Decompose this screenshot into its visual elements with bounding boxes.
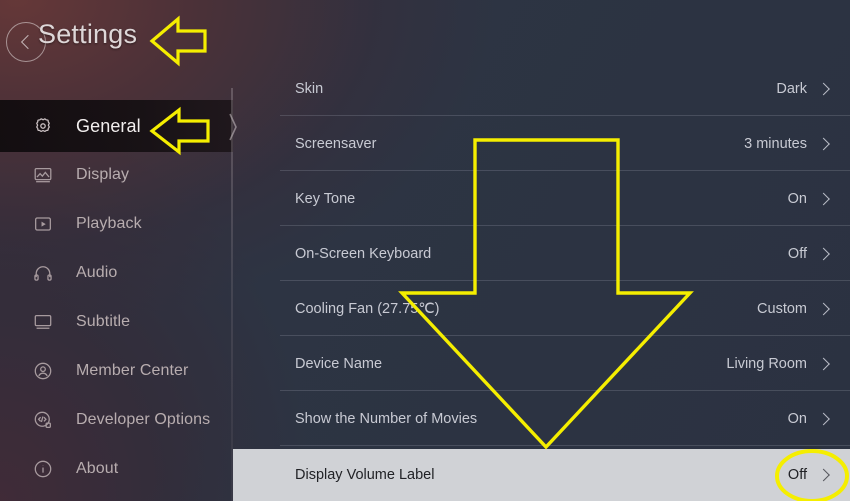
sidebar-item-label: Subtitle bbox=[76, 313, 131, 330]
row-label: Screensaver bbox=[295, 136, 377, 152]
sidebar-item-label: About bbox=[76, 460, 119, 477]
sidebar-nav: General Display Playback Audio Subtitle … bbox=[0, 88, 233, 501]
table-row-display-volume-label[interactable]: Display Volume Label Off bbox=[233, 449, 850, 501]
settings-list[interactable]: Skin Dark Screensaver 3 minutes Key Tone… bbox=[233, 0, 850, 501]
row-label: Skin bbox=[295, 81, 324, 97]
chevron-right-icon bbox=[817, 82, 830, 96]
sidebar-item-about[interactable]: About bbox=[0, 443, 233, 495]
row-value: Custom bbox=[757, 301, 807, 317]
row-label: Display Volume Label bbox=[295, 467, 435, 483]
table-row[interactable]: On-Screen Keyboard Off bbox=[233, 227, 850, 281]
row-value: Living Room bbox=[726, 356, 807, 372]
sidebar-item-audio[interactable]: Audio bbox=[0, 247, 233, 299]
sidebar-item-developer-options[interactable]: Developer Options bbox=[0, 394, 233, 446]
table-row[interactable]: Key Tone On bbox=[233, 172, 850, 226]
headphones-icon bbox=[34, 266, 52, 281]
sidebar-item-label: Audio bbox=[76, 264, 118, 281]
sidebar-item-display[interactable]: Display bbox=[0, 149, 233, 201]
chevron-right-icon bbox=[817, 412, 830, 426]
user-circle-icon bbox=[34, 362, 52, 380]
row-value: 3 minutes bbox=[744, 136, 807, 152]
sidebar-item-label: Playback bbox=[76, 215, 142, 232]
info-circle-icon bbox=[34, 460, 52, 478]
sidebar-item-label: Developer Options bbox=[76, 411, 211, 428]
row-divider bbox=[280, 280, 850, 281]
sidebar-item-playback[interactable]: Playback bbox=[0, 198, 233, 250]
monitor-icon bbox=[34, 314, 52, 329]
row-divider bbox=[280, 445, 850, 446]
table-row[interactable]: Show the Number of Movies On bbox=[233, 392, 850, 446]
chevron-right-icon bbox=[817, 137, 830, 151]
page-title: Settings bbox=[38, 19, 138, 49]
row-value: On bbox=[787, 191, 807, 207]
chevron-right-icon bbox=[817, 357, 830, 371]
row-value: On bbox=[787, 411, 807, 427]
row-label: Cooling Fan (27.75℃) bbox=[295, 301, 440, 317]
row-label: On-Screen Keyboard bbox=[295, 246, 432, 262]
chevron-right-icon bbox=[817, 302, 830, 316]
sidebar-item-label: General bbox=[76, 115, 141, 136]
settings-screen: Settings General Display Playback Audio … bbox=[0, 0, 850, 501]
chevron-right-icon bbox=[817, 468, 830, 482]
row-divider bbox=[280, 225, 850, 226]
image-icon bbox=[34, 167, 52, 183]
play-box-icon bbox=[35, 217, 51, 231]
table-row[interactable]: Screensaver 3 minutes bbox=[233, 117, 850, 171]
chevron-right-icon bbox=[817, 192, 830, 206]
row-divider bbox=[280, 115, 850, 116]
row-divider bbox=[280, 335, 850, 336]
table-row[interactable]: Cooling Fan (27.75℃) Custom bbox=[233, 282, 850, 336]
row-value: Dark bbox=[776, 81, 807, 97]
table-row[interactable]: Skin Dark bbox=[233, 62, 850, 116]
code-circle-icon bbox=[34, 411, 51, 428]
row-label: Key Tone bbox=[295, 191, 356, 207]
row-label: Device Name bbox=[295, 356, 383, 372]
sidebar-item-label: Member Center bbox=[76, 362, 189, 379]
row-label: Show the Number of Movies bbox=[295, 411, 478, 427]
row-divider bbox=[280, 390, 850, 391]
gear-icon bbox=[36, 118, 50, 133]
sidebar-item-member-center[interactable]: Member Center bbox=[0, 345, 233, 397]
sidebar-item-subtitle[interactable]: Subtitle bbox=[0, 296, 233, 348]
sidebar-item-label: Display bbox=[76, 166, 130, 183]
table-row[interactable]: Device Name Living Room bbox=[233, 337, 850, 391]
row-value: Off bbox=[787, 246, 807, 262]
chevron-left-circle-icon bbox=[20, 34, 36, 50]
chevron-right-icon bbox=[817, 247, 830, 261]
row-value: Off bbox=[787, 467, 807, 483]
row-divider bbox=[280, 170, 850, 171]
sidebar-item-general[interactable]: General bbox=[0, 100, 233, 152]
